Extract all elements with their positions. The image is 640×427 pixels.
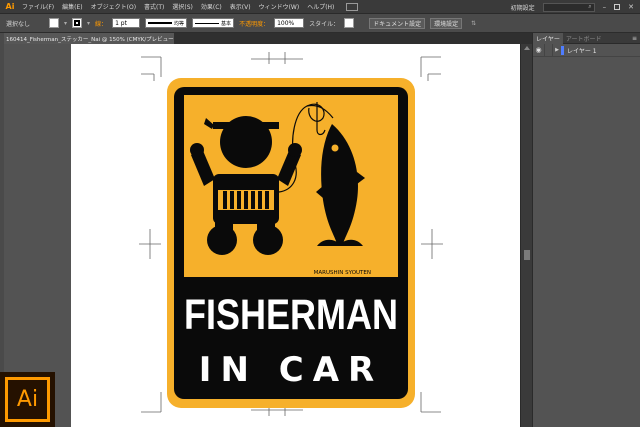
app-logo-small: Ai <box>5 2 15 11</box>
menu-view[interactable]: 表示(V) <box>230 2 251 11</box>
layer-row[interactable]: ◉ ▶ レイヤー 1 <box>533 43 640 57</box>
menu-window[interactable]: ウィンドウ(W) <box>259 2 300 11</box>
credit-text: MARUSHIN SYOUTEN <box>314 270 371 276</box>
control-bar: 選択なし ▾ ▾ 線： 1 pt 均等 基本 不透明度： 100% スタイル： … <box>0 14 640 33</box>
tab-artboards[interactable]: アートボード <box>563 33 605 44</box>
document-tab-bar: 160414_Fisherman_ステッカー_Nai @ 150% (CMYK/… <box>4 33 532 44</box>
opacity-label[interactable]: 不透明度： <box>239 19 269 28</box>
document-title: 160414_Fisherman_ステッカー_Nai @ 150% (CMYK/… <box>6 36 174 43</box>
graphic-style-swatch[interactable] <box>344 18 355 28</box>
visibility-eye-icon[interactable]: ◉ <box>533 43 545 57</box>
title-text: FISHERMAN <box>184 291 398 339</box>
subtitle-text: IN CAR <box>199 350 383 390</box>
expand-triangle-icon[interactable]: ▶ <box>553 47 561 53</box>
menu-effect[interactable]: 効果(C) <box>201 2 222 11</box>
fill-swatch[interactable] <box>49 18 60 28</box>
stroke-weight-field[interactable]: 1 pt <box>112 18 141 28</box>
profile-label: 均等 <box>174 20 185 27</box>
panel-menu-icon[interactable]: ≡ <box>632 35 637 42</box>
layer-color-swatch <box>561 45 564 55</box>
layers-panel: レイヤー アートボード ≡ ◉ ▶ レイヤー 1 <box>532 32 640 427</box>
document-setup-button[interactable]: ドキュメント設定 <box>369 17 426 29</box>
search-icon: ⌕ <box>588 3 592 10</box>
artboard[interactable]: MARUSHIN SYOUTEN FISHERMAN IN CAR <box>71 44 520 427</box>
minimize-icon[interactable]: – <box>603 3 607 11</box>
arrange-documents-icon[interactable] <box>346 2 359 11</box>
scrollbar-thumb[interactable] <box>524 250 530 260</box>
close-icon[interactable]: ✕ <box>628 3 634 11</box>
canvas[interactable]: MARUSHIN SYOUTEN FISHERMAN IN CAR <box>4 44 520 427</box>
arrange-icon[interactable]: ⇅ <box>471 20 476 27</box>
menu-bar: Ai ファイル(F) 編集(E) オブジェクト(O) 書式(T) 選択(S) 効… <box>0 0 640 14</box>
tab-layers[interactable]: レイヤー <box>533 32 563 44</box>
lock-toggle[interactable] <box>545 43 553 57</box>
scroll-up-icon[interactable] <box>524 46 530 50</box>
stroke-swatch[interactable] <box>72 18 83 28</box>
selection-status: 選択なし <box>6 20 31 28</box>
maximize-icon[interactable] <box>614 4 621 10</box>
menu-object[interactable]: オブジェクト(O) <box>91 2 136 11</box>
layer-name[interactable]: レイヤー 1 <box>567 46 597 55</box>
workspace-switcher[interactable]: 初期設定 <box>511 3 535 12</box>
sticker-artwork[interactable]: MARUSHIN SYOUTEN FISHERMAN IN CAR <box>167 78 415 408</box>
menu-type[interactable]: 書式(T) <box>144 2 164 11</box>
brush-definition[interactable]: 基本 <box>192 18 235 28</box>
variable-width-profile[interactable]: 均等 <box>145 18 188 28</box>
chevron-down-icon[interactable]: ▾ <box>87 20 90 27</box>
chevron-down-icon[interactable]: ▾ <box>64 20 67 27</box>
menu-help[interactable]: ヘルプ(H) <box>307 2 334 11</box>
menu-select[interactable]: 選択(S) <box>172 2 193 11</box>
stroke-label[interactable]: 線： <box>95 19 107 28</box>
vertical-scrollbar[interactable] <box>520 44 532 427</box>
help-search-input[interactable]: ⌕ <box>542 2 595 12</box>
opacity-field[interactable]: 100% <box>274 18 305 28</box>
brush-label: 基本 <box>221 20 232 27</box>
panel-tabs: レイヤー アートボード ≡ <box>533 32 640 44</box>
illustrator-logo: Ai <box>0 372 55 427</box>
preferences-button[interactable]: 環境設定 <box>430 17 463 29</box>
menu-file[interactable]: ファイル(F) <box>22 2 54 11</box>
style-label: スタイル： <box>309 20 340 28</box>
menu-edit[interactable]: 編集(E) <box>62 2 82 11</box>
document-tab[interactable]: 160414_Fisherman_ステッカー_Nai @ 150% (CMYK/… <box>4 33 174 44</box>
illustrator-logo-mark: Ai <box>5 377 50 422</box>
